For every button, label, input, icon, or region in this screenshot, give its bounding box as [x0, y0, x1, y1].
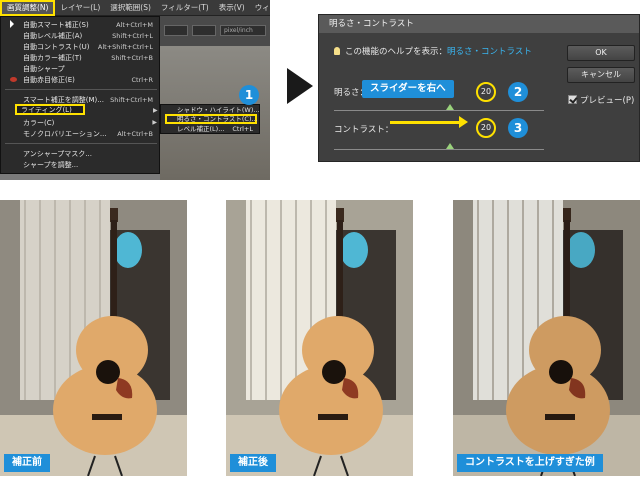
submenu-arrow-icon: ▶: [153, 107, 158, 114]
menu-item-auto-red-eye[interactable]: 自動赤目修正(E) Ctrl+R: [1, 74, 161, 85]
menu-enhance[interactable]: 画質調整(N): [0, 0, 56, 16]
height-field[interactable]: [192, 25, 216, 36]
step-badge-3: 3: [508, 118, 528, 138]
step-badge-1: 1: [239, 85, 259, 105]
ok-button[interactable]: OK: [567, 45, 635, 61]
menu-item-lighting[interactable]: ライティング(L): [15, 104, 85, 115]
cancel-button[interactable]: キャンセル: [567, 67, 635, 83]
submenu-item-levels[interactable]: レベル補正(L)... Ctrl+L: [161, 124, 259, 134]
slider-callout: スライダーを右へ: [362, 80, 454, 98]
guitar-photo-image: [0, 200, 187, 476]
brightness-slider-track[interactable]: [334, 110, 544, 111]
preview-checkbox[interactable]: プレビュー(P): [568, 94, 634, 106]
next-step-arrow-icon: [287, 68, 313, 104]
guitar-photo-image: [453, 200, 640, 476]
menu-item-auto-sharpen[interactable]: 自動シャープ: [1, 63, 161, 74]
menu-window[interactable]: ウィンドウ(W): [250, 0, 270, 16]
photo-caption-label: コントラストを上げすぎた例: [457, 454, 603, 472]
menu-item-monochrome[interactable]: モノクロバリエーション... Alt+Ctrl+B: [1, 128, 161, 139]
menu-item-auto-contrast[interactable]: 自動コントラスト(U) Alt+Shift+Ctrl+L: [1, 41, 161, 52]
menu-item-auto-smart-fix[interactable]: 自動スマート補正(S) Alt+Ctrl+M: [1, 19, 161, 30]
contrast-slider-thumb[interactable]: [445, 143, 454, 149]
guitar-photo-image: [226, 200, 413, 476]
menu-view[interactable]: 表示(V): [214, 0, 250, 16]
menu-item-auto-levels[interactable]: 自動レベル補正(A) Shift+Ctrl+L: [1, 30, 161, 41]
contrast-value-field[interactable]: 20: [476, 118, 496, 138]
cursor-icon: [10, 20, 14, 28]
menu-item-color[interactable]: カラー(C) ▶: [1, 117, 161, 128]
menu-screenshot: 画質調整(N) レイヤー(L) 選択範囲(S) フィルター(T) 表示(V) ウ…: [0, 0, 270, 180]
menu-bar: 画質調整(N) レイヤー(L) 選択範囲(S) フィルター(T) 表示(V) ウ…: [0, 0, 270, 16]
lighting-submenu: シャドウ・ハイライト(W)... 明るさ・コントラスト(C)... レベル補正(…: [160, 104, 260, 134]
menu-layer[interactable]: レイヤー(L): [55, 0, 105, 16]
photo-caption-label: 補正前: [4, 454, 50, 472]
brightness-value-field[interactable]: 20: [476, 82, 496, 102]
dialog-title: 明るさ・コントラスト: [319, 15, 639, 33]
contrast-slider-track[interactable]: [334, 149, 544, 150]
step-badge-2: 2: [508, 82, 528, 102]
lightbulb-icon: [334, 47, 340, 55]
contrast-label: コントラスト：: [334, 125, 394, 135]
photo-after: 補正後: [226, 200, 413, 476]
width-field[interactable]: [164, 25, 188, 36]
menu-item-unsharp-mask[interactable]: アンシャープマスク...: [1, 148, 161, 159]
photo-before: 補正前: [0, 200, 187, 476]
options-bar: pixel/inch: [160, 16, 270, 46]
help-link[interactable]: 明るさ・コントラスト: [447, 47, 532, 57]
menu-item-adjust-sharpness[interactable]: シャープを調整...: [1, 159, 161, 170]
red-eye-icon: [10, 77, 17, 82]
menu-separator: [5, 143, 157, 144]
menu-select[interactable]: 選択範囲(S): [105, 0, 156, 16]
yellow-arrow-icon: [390, 116, 468, 128]
menu-filter[interactable]: フィルター(T): [156, 0, 214, 16]
photo-overcontrast: コントラストを上げすぎた例: [453, 200, 640, 476]
brightness-slider-thumb[interactable]: [445, 104, 454, 110]
help-row: この機能のヘルプを表示：明るさ・コントラスト: [334, 45, 532, 57]
photo-caption-label: 補正後: [230, 454, 276, 472]
resolution-unit-select[interactable]: pixel/inch: [220, 25, 266, 36]
enhance-menu: 自動スマート補正(S) Alt+Ctrl+M 自動レベル補正(A) Shift+…: [0, 16, 160, 174]
menu-separator: [5, 89, 157, 90]
submenu-item-brightness-contrast[interactable]: 明るさ・コントラスト(C)...: [165, 114, 258, 124]
menu-item-auto-color[interactable]: 自動カラー補正(T) Shift+Ctrl+B: [1, 52, 161, 63]
checkbox-checked-icon: [568, 95, 577, 104]
submenu-arrow-icon: ▶: [152, 119, 157, 126]
